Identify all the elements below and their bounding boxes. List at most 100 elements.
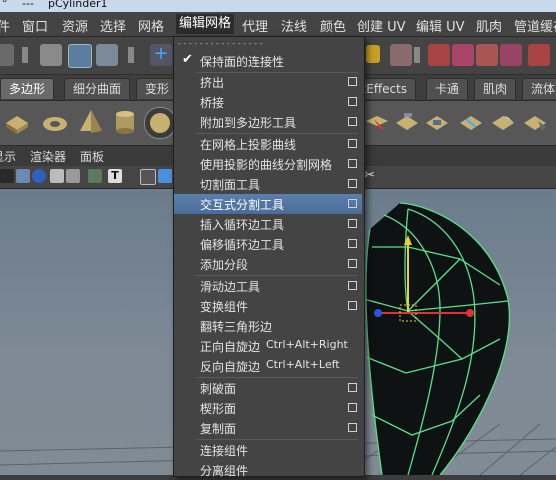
option-box-icon[interactable] — [348, 403, 357, 412]
poly-select-arrow-icon[interactable] — [362, 107, 392, 137]
main-menubar: 文件 窗口 资源 选择 网格 编辑网格 代理 法线 颜色 创建 UV 编辑 UV… — [0, 12, 556, 37]
poly-wedge-icon[interactable] — [488, 107, 518, 137]
save-scene-icon[interactable] — [0, 44, 14, 66]
menu-tearoff[interactable]: - - - - - - - - - - - - - - - - — [178, 39, 262, 48]
menu-item-spin-edge-forward[interactable]: 正向自旋边 Ctrl+Alt+Right — [174, 336, 362, 356]
scissors-icon[interactable]: ✂ — [364, 169, 378, 183]
option-box-icon[interactable] — [348, 97, 357, 106]
option-box-icon[interactable] — [348, 159, 357, 168]
menu-edit-mesh[interactable]: 编辑网格 — [176, 14, 235, 34]
menu-item-keep-faces-together[interactable]: ✔ 保持面的连接性 — [174, 51, 362, 71]
menu-item-cut-faces[interactable]: 切割面工具 — [174, 174, 362, 194]
menu-create-uv[interactable]: 创建 UV — [357, 16, 406, 35]
option-box-icon[interactable] — [348, 239, 357, 248]
menu-item-connect-components[interactable]: 连接组件 — [174, 440, 362, 460]
toolbar-divider — [414, 47, 420, 63]
menu-muscle[interactable]: 肌肉 — [476, 16, 502, 35]
tab-deformation[interactable]: 变形 — [136, 78, 179, 99]
menu-item-interactive-split[interactable]: 交互式分割工具 — [174, 194, 362, 214]
menu-item-append-to-polygon[interactable]: 附加到多边形工具 — [174, 112, 362, 132]
wireframe-icon[interactable] — [0, 169, 14, 183]
menu-edit-uv[interactable]: 编辑 UV — [416, 16, 465, 35]
panel-menu-show[interactable]: 显示 — [0, 148, 16, 165]
menu-file[interactable]: 文件 — [0, 16, 10, 35]
menu-pipeline-cache[interactable]: 管道缓存 — [514, 16, 556, 35]
select-object-icon[interactable] — [68, 44, 92, 68]
menu-item-flip-triangle-edge[interactable]: 翻转三角形边 — [174, 316, 362, 336]
shaded-sphere-icon[interactable] — [32, 169, 46, 183]
manipulator-x-handle — [466, 309, 474, 317]
shortcut-text: Ctrl+Alt+Left — [266, 358, 340, 371]
poly-cylinder-icon[interactable] — [110, 107, 140, 137]
menu-item-poke-face[interactable]: 刺破面 — [174, 378, 362, 398]
plus-icon[interactable]: + — [150, 44, 172, 66]
tab-fluids[interactable]: 流体 — [522, 78, 556, 99]
menu-normals[interactable]: 法线 — [281, 16, 307, 35]
menu-select[interactable]: 选择 — [100, 16, 126, 35]
menu-item-detach-component[interactable]: 分离组件 — [174, 460, 362, 480]
poly-bevel-icon[interactable] — [520, 107, 550, 137]
option-box-icon[interactable] — [348, 301, 357, 310]
menu-item-insert-edge-loop[interactable]: 插入循环边工具 — [174, 214, 362, 234]
select-component-icon[interactable] — [96, 44, 118, 66]
isolate-select-icon[interactable] — [158, 169, 172, 183]
title-separator: --- — [22, 0, 34, 10]
select-hierarchy-icon[interactable] — [40, 44, 62, 66]
option-box-icon[interactable] — [348, 179, 357, 188]
magnet-snap-point-icon[interactable] — [476, 44, 498, 66]
toolbar-divider — [128, 47, 134, 63]
poly-sphere-icon[interactable] — [144, 107, 176, 139]
option-box-icon[interactable] — [348, 383, 357, 392]
tab-subdiv-surfaces[interactable]: 细分曲面 — [64, 78, 131, 99]
option-box-icon[interactable] — [348, 199, 357, 208]
manipulator-z-handle — [374, 309, 382, 317]
flat-shade-icon[interactable] — [50, 169, 64, 183]
menu-item-wedge-face[interactable]: 楔形面 — [174, 398, 362, 418]
smooth-shade-icon[interactable] — [16, 169, 30, 183]
menu-assets[interactable]: 资源 — [62, 16, 88, 35]
menu-item-duplicate-face[interactable]: 复制面 — [174, 418, 362, 438]
lights-icon[interactable] — [88, 169, 102, 183]
menu-color[interactable]: 颜色 — [320, 16, 346, 35]
tab-muscle[interactable]: 肌肉 — [474, 78, 517, 99]
textured-icon[interactable] — [66, 169, 80, 183]
option-box-icon[interactable] — [348, 77, 357, 86]
magnet-snap-grid-icon[interactable] — [428, 44, 450, 66]
tab-polygons[interactable]: 多边形 — [0, 78, 55, 99]
poly-cone-icon[interactable] — [76, 107, 106, 137]
edit-mesh-menu: - - - - - - - - - - - - - - - - ✔ 保持面的连接… — [173, 36, 365, 480]
menu-item-project-curve[interactable]: 在网格上投影曲线 — [174, 134, 362, 154]
panel-menu-renderer[interactable]: 渲染器 — [30, 148, 66, 165]
menu-item-bridge[interactable]: 桥接 — [174, 92, 362, 112]
magnet-snap-curve-icon[interactable] — [452, 44, 474, 66]
menu-mesh[interactable]: 网格 — [138, 16, 164, 35]
snap-icon[interactable] — [390, 44, 412, 66]
poly-cube-icon[interactable] — [2, 107, 32, 137]
menu-item-transform-component[interactable]: 变换组件 — [174, 296, 362, 316]
menu-proxy[interactable]: 代理 — [242, 16, 268, 35]
poly-split-icon[interactable] — [456, 107, 486, 137]
text-icon[interactable]: T — [108, 169, 122, 183]
menu-item-slide-edge[interactable]: 滑动边工具 — [174, 276, 362, 296]
option-box-icon[interactable] — [348, 423, 357, 432]
lock-icon[interactable] — [366, 45, 380, 63]
option-box-icon[interactable] — [348, 281, 357, 290]
panel-menu-panels[interactable]: 面板 — [80, 148, 104, 165]
magnet-snap-plane-icon[interactable] — [500, 44, 522, 66]
option-box-icon[interactable] — [348, 117, 357, 126]
tab-toon[interactable]: 卡通 — [426, 78, 469, 99]
option-box-icon[interactable] — [348, 219, 357, 228]
option-box-icon[interactable] — [348, 139, 357, 148]
poly-bridge-icon[interactable] — [422, 107, 452, 137]
camera-icon[interactable] — [140, 169, 156, 185]
poly-torus-icon[interactable] — [40, 107, 70, 137]
menu-item-offset-edge-loop[interactable]: 偏移循环边工具 — [174, 234, 362, 254]
poly-extrude-icon[interactable] — [392, 107, 422, 137]
menu-item-split-mesh-with-curve[interactable]: 使用投影的曲线分割网格 — [174, 154, 362, 174]
menu-item-spin-edge-backward[interactable]: 反向自旋边 Ctrl+Alt+Left — [174, 356, 362, 376]
menu-item-add-divisions[interactable]: 添加分段 — [174, 254, 362, 274]
magnet-snap-surface-icon[interactable] — [528, 44, 550, 66]
option-box-icon[interactable] — [348, 259, 357, 268]
menu-window[interactable]: 窗口 — [22, 16, 48, 35]
menu-item-extrude[interactable]: 挤出 — [174, 72, 362, 92]
